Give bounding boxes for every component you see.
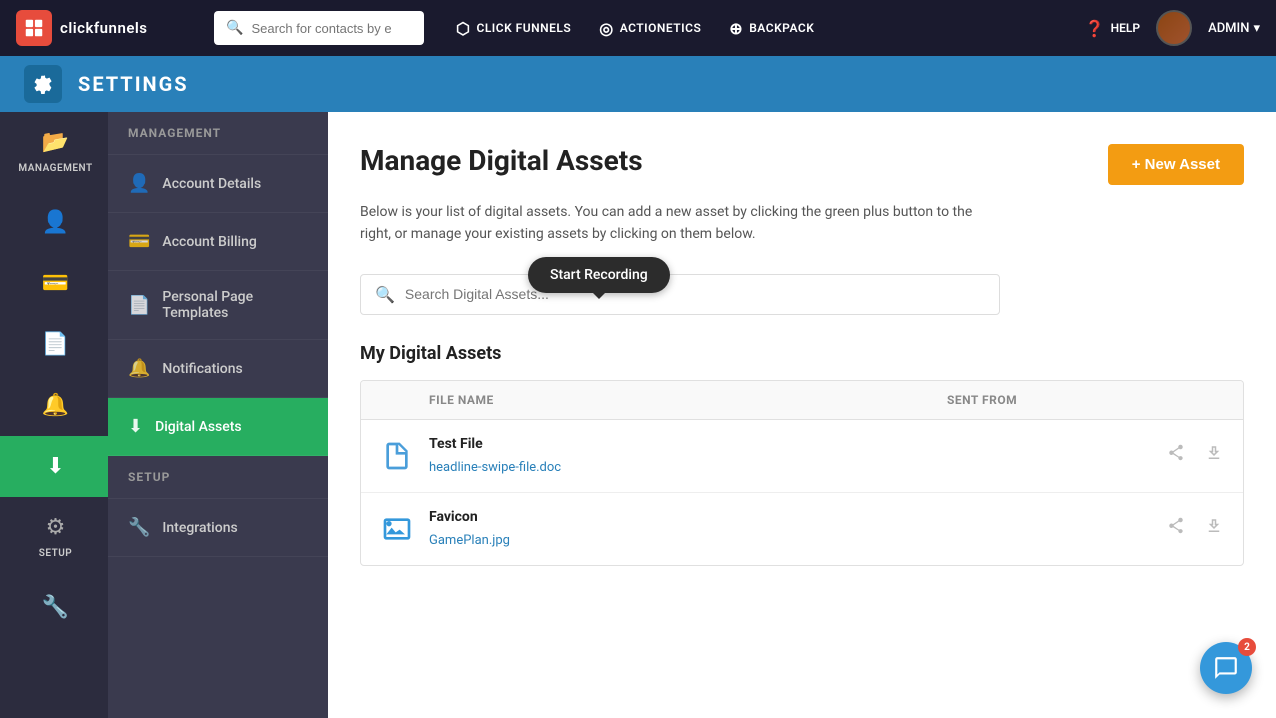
content-sidebar: MANAGEMENT 👤 Account Details 💳 Account B… [108,112,328,718]
user-icon: 👤 [128,173,150,194]
sidebar-item-integrations[interactable]: 🔧 [0,577,108,638]
main-content: Manage Digital Assets + New Asset Below … [328,112,1276,718]
sidebar-item-templates[interactable]: 📄 [0,314,108,375]
asset-link[interactable]: headline-swipe-file.doc [429,460,561,475]
download-icon: ⬇ [46,454,64,479]
search-bar[interactable]: 🔍 [214,11,424,45]
sidebar-account-billing[interactable]: 💳 Account Billing [108,213,328,271]
sidebar-personal-templates[interactable]: 📄 Personal Page Templates [108,271,328,340]
card-icon: 💳 [42,271,69,296]
asset-share-button-2[interactable] [1163,513,1189,544]
backpack-icon: ⊕ [729,19,743,38]
sidebar-section-setup: SETUP [108,456,328,499]
gear-icon: ⚙ [46,515,66,540]
col-sent-header: SENT FROM [947,393,1147,407]
search-input[interactable] [251,21,412,36]
avatar[interactable] [1156,10,1192,46]
wrench-icon: 🔧 [42,595,69,620]
section-title: My Digital Assets [360,343,1244,364]
asset-info: Test File headline-swipe-file.doc [429,436,947,475]
search-icon: 🔍 [226,20,243,36]
sidebar-section-management: MANAGEMENT [108,112,328,155]
sidebar-integrations[interactable]: 🔧 Integrations [108,499,328,557]
page-description: Below is your list of digital assets. Yo… [360,201,980,246]
nav-link-backpack[interactable]: ⊕ BACKPACK [717,13,826,44]
settings-header: SETTINGS [0,56,1276,112]
folder-icon: 📂 [42,130,69,155]
sidebar-digital-assets[interactable]: ⬇ Digital Assets [108,398,328,456]
icon-sidebar: 📂 MANAGEMENT 👤 💳 📄 🔔 ⬇ ⚙ SETUP 🔧 [0,112,108,718]
nav-right: ❓ HELP ADMIN ▾ [1085,10,1260,46]
chat-badge: 2 [1238,638,1256,656]
asset-name: Favicon [429,509,947,525]
help-icon: ❓ [1085,19,1105,38]
sidebar-item-digital-assets[interactable]: ⬇ [0,436,108,497]
main-layout: 📂 MANAGEMENT 👤 💳 📄 🔔 ⬇ ⚙ SETUP 🔧 MANAGEM… [0,112,1276,718]
card-icon: 💳 [128,231,150,252]
page-title: Manage Digital Assets [360,144,643,177]
sidebar-item-management[interactable]: 📂 MANAGEMENT [0,112,108,192]
wrench-icon: 🔧 [128,517,150,538]
asset-image-icon [377,509,417,549]
actionetics-label: ACTIONETICS [620,21,702,35]
asset-actions [1147,440,1227,471]
sidebar-notifications[interactable]: 🔔 Notifications [108,340,328,398]
sidebar-item-notifications[interactable]: 🔔 [0,375,108,436]
sidebar-item-account[interactable]: 👤 [0,192,108,253]
clickfunnels-icon: ⬡ [456,19,470,38]
backpack-label: BACKPACK [749,21,814,35]
search-assets[interactable]: 🔍 [360,274,1000,315]
logo-icon [16,10,52,46]
sidebar-item-label: MANAGEMENT [18,163,92,174]
table-row: Test File headline-swipe-file.doc [361,420,1243,493]
user-icon: 👤 [42,210,69,235]
sidebar-item-setup[interactable]: ⚙ SETUP [0,497,108,577]
chat-bubble[interactable]: 2 [1200,642,1252,694]
settings-gear-icon [24,65,62,103]
clickfunnels-label: CLICK FUNNELS [476,21,571,35]
bell-icon: 🔔 [42,393,69,418]
asset-actions-2 [1147,513,1227,544]
table-header: FILE NAME SENT FROM [361,381,1243,420]
admin-button[interactable]: ADMIN ▾ [1208,21,1260,36]
new-asset-button[interactable]: + New Asset [1108,144,1244,185]
chevron-down-icon: ▾ [1253,21,1260,36]
actionetics-icon: ◎ [599,19,613,38]
sidebar-account-details[interactable]: 👤 Account Details [108,155,328,213]
col-filename-header: FILE NAME [377,393,947,407]
setup-label: SETUP [39,548,72,559]
table-row: Favicon GamePlan.jpg [361,493,1243,565]
sidebar-item-billing[interactable]: 💳 [0,253,108,314]
asset-name: Test File [429,436,947,452]
page-icon: 📄 [128,295,150,316]
search-assets-input[interactable] [405,286,985,302]
asset-info: Favicon GamePlan.jpg [429,509,947,548]
asset-download-button-2[interactable] [1201,513,1227,544]
nav-link-actionetics[interactable]: ◎ ACTIONETICS [587,13,713,44]
logo-text: clickfunnels [60,19,148,37]
asset-share-button[interactable] [1163,440,1189,471]
settings-title: SETTINGS [78,72,189,96]
logo-area[interactable]: clickfunnels [16,10,206,46]
help-button[interactable]: ❓ HELP [1085,19,1140,38]
download-icon: ⬇ [128,416,143,437]
nav-link-clickfunnels[interactable]: ⬡ CLICK FUNNELS [444,13,583,44]
search-assets-icon: 🔍 [375,285,395,304]
nav-links: ⬡ CLICK FUNNELS ◎ ACTIONETICS ⊕ BACKPACK [444,13,826,44]
asset-doc-icon [377,436,417,476]
top-nav: clickfunnels 🔍 ⬡ CLICK FUNNELS ◎ ACTIONE… [0,0,1276,56]
asset-download-button[interactable] [1201,440,1227,471]
bell-icon: 🔔 [128,358,150,379]
assets-table: FILE NAME SENT FROM Test File headline-s… [360,380,1244,566]
document-icon: 📄 [42,332,69,357]
asset-link[interactable]: GamePlan.jpg [429,533,510,548]
